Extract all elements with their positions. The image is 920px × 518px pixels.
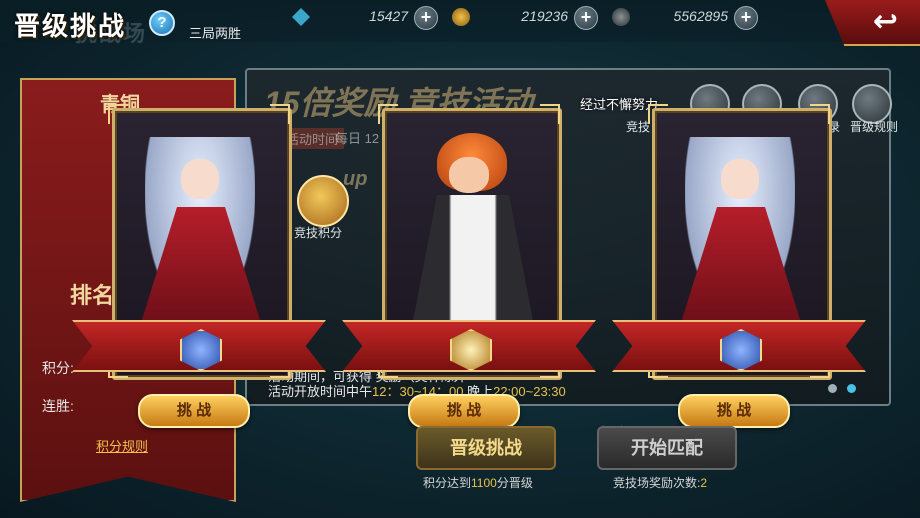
add-gold-button[interactable]: + <box>574 6 598 30</box>
match-note-prefix: 竞技场奖励次数: <box>613 476 701 490</box>
silver-count: 5562895 <box>673 8 728 24</box>
desc-prefix: 活动开放时间中午 <box>268 384 373 399</box>
opponent-card-1[interactable] <box>72 104 326 380</box>
help-button[interactable]: ? <box>149 10 175 36</box>
add-gems-button[interactable]: + <box>414 6 438 30</box>
score-label: 积分: <box>42 360 74 376</box>
promotion-note: 积分达到1100分晋级 <box>423 474 533 491</box>
promotion-note-prefix: 积分达到 <box>423 476 472 490</box>
resource-gold: 219236 + <box>452 6 598 30</box>
score-rules-link[interactable]: 积分规则 <box>96 436 148 455</box>
arena-icon-label: 竞技 <box>626 120 651 134</box>
match-reward-count: 2 <box>700 476 708 490</box>
promotion-challenge-button[interactable]: 晋级挑战 <box>416 426 556 470</box>
add-silver-button[interactable]: + <box>734 6 758 30</box>
arena-points-icon[interactable] <box>297 175 349 227</box>
rank-label: 排名 <box>70 283 115 308</box>
challenge-button-3[interactable]: 挑 战 <box>678 394 790 428</box>
match-format-label: 三局两胜 <box>189 26 242 41</box>
silver-coin-icon <box>612 8 630 26</box>
opponent-card-2[interactable] <box>342 104 596 380</box>
gold-count: 219236 <box>521 8 568 24</box>
resource-silver: 5562895 + <box>612 6 758 30</box>
start-matching-button[interactable]: 开始匹配 <box>597 426 737 470</box>
promotion-threshold: 1100 <box>471 476 497 490</box>
back-button[interactable]: ↩ <box>824 0 920 46</box>
event-time-value: 每日 12 <box>335 131 380 146</box>
match-reward-note: 竞技场奖励次数:2 <box>613 474 707 491</box>
promotion-note-suffix: 分晋级 <box>496 476 533 490</box>
back-arrow-icon: ↩ <box>872 5 898 38</box>
character-face <box>721 159 759 199</box>
page-dot[interactable] <box>828 384 837 393</box>
character-face <box>181 159 219 199</box>
page-indicator <box>828 380 866 398</box>
card-caption: 经过不懈努力 <box>580 97 659 112</box>
streak-label: 连胜: <box>42 398 74 414</box>
promotion-rules-label: 晋级规则 <box>850 120 899 134</box>
opponent-card-3[interactable] <box>612 104 866 380</box>
arena-points-label: 竞技积分 <box>294 226 343 240</box>
up-text: up <box>343 168 368 190</box>
character-face <box>449 157 489 193</box>
challenge-button-1[interactable]: 挑 战 <box>138 394 250 428</box>
page-dot-active[interactable] <box>847 384 856 393</box>
gold-coin-icon <box>452 8 470 26</box>
gem-icon <box>292 8 310 26</box>
character-outfit <box>413 195 533 321</box>
resource-gems: 15427 + <box>292 6 438 30</box>
top-bar: 挑战场 晋级挑战 ? 三局两胜 15427 + 219236 + 5562895… <box>0 0 920 46</box>
page-title: 晋级挑战 <box>14 11 127 41</box>
gem-count: 15427 <box>369 8 408 24</box>
